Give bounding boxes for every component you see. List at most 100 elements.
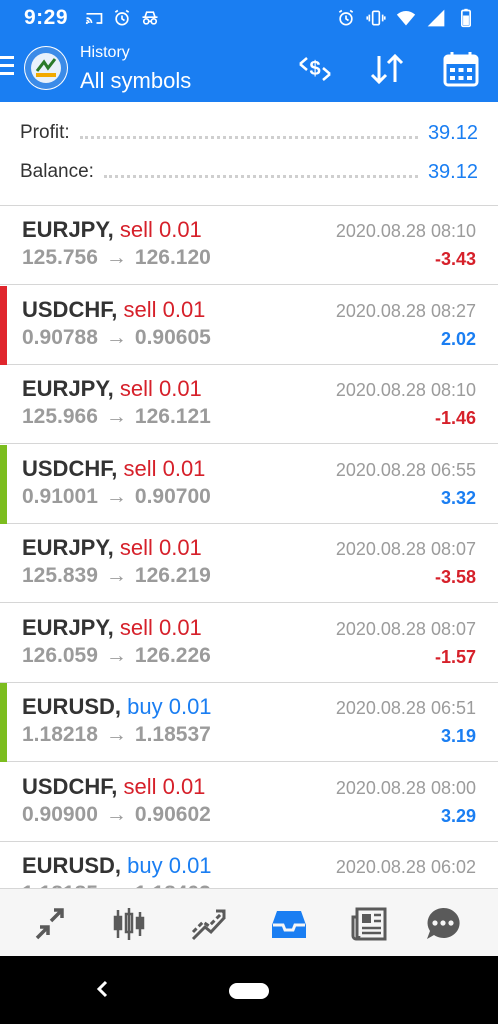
deal-profit: -3.58 xyxy=(434,567,476,587)
deal-symbol: USDCHF, sell 0.01 xyxy=(22,456,205,482)
deal-time: 2020.08.28 08:10 xyxy=(335,221,476,241)
chat-icon[interactable] xyxy=(424,905,462,943)
deal-profit: -1.46 xyxy=(434,408,476,428)
deal-marker xyxy=(0,206,7,285)
system-back-icon[interactable] xyxy=(92,978,114,1000)
symbol-name: EURJPY, xyxy=(22,217,114,242)
close-price: 1.18537 xyxy=(134,723,211,746)
app-bar: History All symbols $ xyxy=(0,36,498,102)
deal-profit: -1.57 xyxy=(434,647,476,667)
open-price: 125.966 xyxy=(22,405,98,428)
arrow-right-icon: → xyxy=(105,803,127,826)
screen-subtitle: History xyxy=(80,44,130,61)
deal-time: 2020.08.28 08:07 xyxy=(335,619,476,639)
profit-row: Profit: 39.12 xyxy=(20,118,478,148)
open-price: 1.18218 xyxy=(22,723,98,746)
deal-side: sell 0.01 xyxy=(119,217,202,242)
deal-prices: 1.18218 → 1.18537 xyxy=(22,723,211,747)
deal-row[interactable]: USDCHF, sell 0.01 0.90788 → 0.90605 2020.08.… xyxy=(0,286,498,365)
deal-list[interactable]: EURJPY, sell 0.01 125.756 → 126.120 2020.08.… xyxy=(0,206,498,888)
deal-row[interactable]: EURJPY, sell 0.01 125.839 → 126.219 2020.08.… xyxy=(0,524,498,603)
symbol-name: USDCHF, xyxy=(22,297,118,322)
balance-row: Balance: 39.12 xyxy=(20,157,478,187)
deal-profit: 3.19 xyxy=(440,726,476,746)
deal-row[interactable]: USDCHF, sell 0.01 0.90900 → 0.90602 2020.08.… xyxy=(0,763,498,842)
chart-icon[interactable] xyxy=(110,905,148,943)
deal-time: 2020.08.28 06:02 xyxy=(335,857,476,877)
trade-icon[interactable] xyxy=(190,905,228,943)
close-price: 0.90602 xyxy=(134,803,211,826)
wifi-icon xyxy=(396,11,416,26)
deal-row[interactable]: EURJPY, sell 0.01 126.059 → 126.226 2020.08.… xyxy=(0,604,498,683)
deal-row[interactable]: EURJPY, sell 0.01 125.966 → 126.121 2020.08.… xyxy=(0,365,498,444)
deal-time: 2020.08.28 06:55 xyxy=(335,460,476,480)
currency-exchange-icon[interactable]: $ xyxy=(296,50,334,88)
symbol-name: EURJPY, xyxy=(22,535,114,560)
deal-symbol: EURJPY, sell 0.01 xyxy=(22,217,202,243)
quotes-icon[interactable] xyxy=(31,905,69,943)
leader-dots xyxy=(103,174,418,178)
deal-marker xyxy=(0,683,7,762)
status-bar: 9:29 xyxy=(0,0,498,36)
deal-time: 2020.08.28 06:51 xyxy=(335,698,476,718)
deal-side: sell 0.01 xyxy=(123,297,206,322)
deal-side: sell 0.01 xyxy=(119,615,202,640)
deal-time: 2020.08.28 08:10 xyxy=(335,380,476,400)
deal-time: 2020.08.28 08:00 xyxy=(335,778,476,798)
deal-profit: 2.02 xyxy=(440,329,476,349)
deal-prices: 126.059 → 126.226 xyxy=(22,644,211,668)
symbol-name: EURJPY, xyxy=(22,615,114,640)
close-price: 0.90700 xyxy=(134,485,211,508)
calendar-icon[interactable] xyxy=(442,50,480,88)
arrow-right-icon: → xyxy=(105,644,127,667)
deal-row[interactable]: EURUSD, buy 0.011.18185→1.184032020.08.2… xyxy=(0,842,498,888)
deal-marker xyxy=(0,524,7,603)
deal-row[interactable]: EURUSD, buy 0.01 1.18218 → 1.18537 2020.08.2… xyxy=(0,683,498,762)
deal-side: sell 0.01 xyxy=(119,535,202,560)
deal-marker xyxy=(0,842,7,888)
close-price: 126.121 xyxy=(134,405,211,428)
battery-icon xyxy=(461,8,471,28)
app-logo[interactable] xyxy=(24,46,68,90)
deal-prices: 0.91001 → 0.90700 xyxy=(22,485,211,509)
profit-label: Profit: xyxy=(20,122,70,143)
incognito-icon xyxy=(142,11,158,25)
close-price: 126.219 xyxy=(134,564,211,587)
screen-title[interactable]: All symbols xyxy=(80,68,191,94)
history-icon[interactable] xyxy=(270,905,308,943)
deal-marker xyxy=(0,286,7,365)
deal-prices: 125.756 → 126.120 xyxy=(22,246,211,270)
balance-label: Balance: xyxy=(20,161,94,182)
arrow-right-icon: → xyxy=(105,485,127,508)
symbol-name: USDCHF, xyxy=(22,774,118,799)
symbol-name: EURJPY, xyxy=(22,376,114,401)
news-icon[interactable] xyxy=(350,905,388,943)
sort-icon[interactable] xyxy=(368,50,406,88)
deal-symbol: EURUSD, buy 0.01 xyxy=(22,694,212,720)
deal-symbol: USDCHF, sell 0.01 xyxy=(22,297,205,323)
deal-symbol: EURJPY, sell 0.01 xyxy=(22,535,202,561)
menu-button[interactable] xyxy=(0,56,14,80)
history-summary: Profit: 39.12 Balance: 39.12 xyxy=(0,102,498,206)
arrow-right-icon: → xyxy=(105,246,127,269)
close-price: 126.226 xyxy=(134,644,211,667)
deal-side: buy 0.01 xyxy=(127,853,212,878)
system-home-pill[interactable] xyxy=(229,983,269,999)
arrow-right-icon: → xyxy=(105,326,127,349)
deal-side: sell 0.01 xyxy=(123,456,206,481)
metatrader-logo-icon xyxy=(25,47,67,89)
deal-profit: 3.32 xyxy=(440,488,476,508)
deal-side: sell 0.01 xyxy=(123,774,206,799)
deal-row[interactable]: USDCHF, sell 0.01 0.91001 → 0.90700 2020.08.… xyxy=(0,445,498,524)
symbol-name: EURUSD, xyxy=(22,853,122,878)
deal-marker xyxy=(0,365,7,444)
open-price: 0.90900 xyxy=(22,803,98,826)
symbol-name: EURUSD, xyxy=(22,694,122,719)
deal-side: sell 0.01 xyxy=(119,376,202,401)
close-price: 0.90605 xyxy=(134,326,211,349)
deal-row[interactable]: EURJPY, sell 0.01 125.756 → 126.120 2020.08.… xyxy=(0,206,498,285)
signal-icon xyxy=(427,9,445,27)
open-price: 125.839 xyxy=(22,564,98,587)
deal-time: 2020.08.28 08:27 xyxy=(335,301,476,321)
open-price: 126.059 xyxy=(22,644,98,667)
